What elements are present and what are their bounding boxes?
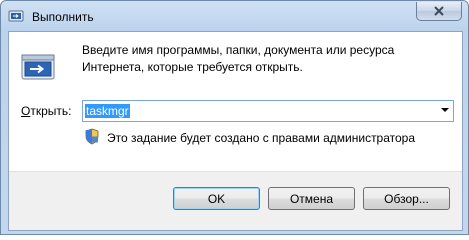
run-dialog-window: Выполнить Введите имя программы, папки, …: [0, 0, 469, 235]
command-input[interactable]: taskmgr: [85, 104, 130, 118]
dialog-client-area: Введите имя программы, папки, документа …: [8, 31, 463, 231]
window-title: Выполнить: [32, 10, 94, 24]
dialog-description: Введите имя программы, папки, документа …: [82, 43, 395, 74]
open-label-accesskey: О: [21, 104, 31, 118]
ok-button[interactable]: OK: [173, 187, 260, 210]
chevron-down-icon[interactable]: [441, 108, 449, 112]
title-bar[interactable]: Выполнить: [1, 1, 468, 32]
open-label-text: ткрыть:: [30, 104, 72, 118]
uac-shield-icon: [84, 128, 100, 145]
open-label: Открыть:: [21, 104, 71, 118]
command-combobox[interactable]: taskmgr: [82, 100, 454, 122]
cancel-button[interactable]: Отмена: [268, 187, 355, 210]
browse-button[interactable]: Обзор...: [363, 187, 450, 210]
close-icon: [433, 6, 445, 16]
admin-notice: Это задание будет создано с правами адми…: [107, 131, 416, 145]
run-icon: [21, 52, 55, 82]
close-button[interactable]: [416, 2, 462, 21]
run-icon: [8, 8, 24, 24]
